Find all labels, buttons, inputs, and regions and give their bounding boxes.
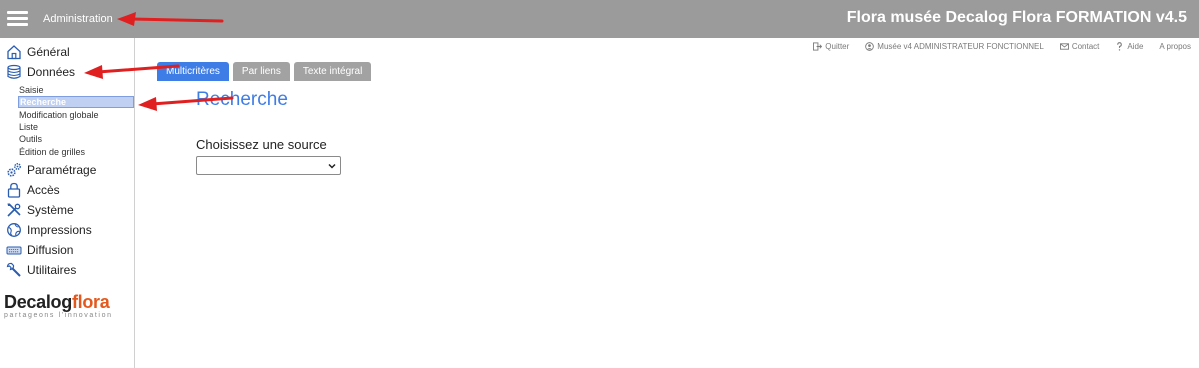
top-bar: Administration Flora musée Decalog Flora… — [0, 0, 1199, 38]
sidebar-item-label: Utilitaires — [27, 263, 77, 277]
sidebar-item-label: Général — [27, 45, 70, 59]
search-tabs: Multicritères Par liens Texte intégral — [157, 62, 372, 81]
sidebar-item-label: Diffusion — [27, 243, 74, 257]
logout-icon — [813, 42, 823, 51]
tab-texte-integral[interactable]: Texte intégral — [293, 62, 372, 81]
sidebar-item-acces[interactable]: Accès — [6, 181, 60, 199]
help-label: Aide — [1127, 42, 1144, 51]
logo-tagline: partageons l'innovation — [4, 312, 113, 319]
quit-label: Quitter — [825, 42, 850, 51]
page-title: Recherche — [196, 89, 288, 110]
sidebar-item-impressions[interactable]: Impressions — [6, 221, 92, 239]
contact-label: Contact — [1071, 42, 1100, 51]
hamburger-line — [7, 11, 28, 14]
sidebar-item-utilitaires[interactable]: Utilitaires — [6, 261, 76, 279]
subitem-liste[interactable]: Liste — [19, 122, 38, 133]
sidebar-item-donnees[interactable]: Données — [6, 63, 75, 81]
globe-icon — [7, 223, 21, 237]
sidebar-item-label: Paramétrage — [27, 163, 97, 177]
gears-icon — [7, 163, 21, 177]
decalog-flora-logo: Decalogflora partageons l'innovation — [4, 292, 132, 319]
sidebar-item-general[interactable]: Général — [6, 43, 70, 61]
mail-icon — [1059, 43, 1069, 50]
about-label: A propos — [1159, 42, 1191, 51]
home-icon — [7, 45, 21, 60]
logo-part-flora: flora — [71, 292, 110, 312]
help-icon — [1117, 42, 1123, 51]
tools-icon — [7, 203, 21, 217]
administration-label[interactable]: Administration — [43, 13, 113, 25]
logo-wordmark: Decalogflora — [4, 292, 132, 313]
subitem-saisie[interactable]: Saisie — [19, 85, 44, 96]
lock-icon — [7, 182, 21, 198]
database-icon — [7, 64, 21, 79]
source-label: Choisissez une source — [196, 137, 327, 152]
hamburger-line — [7, 17, 28, 20]
subitem-recherche[interactable]: Recherche — [18, 96, 134, 108]
user-icon — [865, 42, 875, 51]
sidebar-item-parametrage[interactable]: Paramétrage — [6, 161, 96, 179]
subitem-edition-de-grilles[interactable]: Édition de grilles — [19, 147, 85, 158]
user-link[interactable]: Musée v4 ADMINISTRATEUR FONCTIONNEL — [865, 42, 1044, 51]
sidebar-item-label: Système — [27, 203, 74, 217]
sidebar-item-systeme[interactable]: Système — [6, 201, 74, 219]
chevron-down-icon — [328, 163, 336, 169]
logo-part-decalog: Decalog — [4, 292, 72, 312]
annotation-arrows — [84, 12, 234, 111]
tab-par-liens[interactable]: Par liens — [232, 62, 290, 81]
subitem-outils[interactable]: Outils — [19, 134, 42, 145]
app-title: Flora musée Decalog Flora FORMATION v4.5 — [846, 9, 1187, 26]
sidebar-item-label: Impressions — [27, 223, 92, 237]
subitem-modification-globale[interactable]: Modification globale — [19, 110, 99, 121]
hamburger-menu-icon[interactable] — [7, 11, 28, 27]
sidebar-item-label: Accès — [27, 183, 60, 197]
keyboard-icon — [6, 246, 22, 255]
sidebar-item-diffusion[interactable]: Diffusion — [6, 241, 73, 259]
sidebar-item-label: Données — [27, 65, 76, 79]
help-link[interactable]: Aide — [1115, 42, 1143, 51]
hamburger-line — [7, 23, 28, 26]
utility-links: Quitter Musée v4 ADMINISTRATEUR FONCTION… — [813, 42, 1191, 51]
arrow-head-recherche — [138, 97, 157, 111]
sidebar: Général Données Saisie Recherche Modific… — [0, 38, 135, 368]
about-link[interactable]: A propos — [1159, 42, 1191, 51]
contact-link[interactable]: Contact — [1059, 42, 1100, 51]
quit-link[interactable]: Quitter — [813, 42, 849, 51]
user-label: Musée v4 ADMINISTRATEUR FONCTIONNEL — [877, 42, 1044, 51]
source-select[interactable] — [196, 156, 341, 175]
tab-multicriteres[interactable]: Multicritères — [157, 62, 229, 81]
wrench-icon — [6, 262, 21, 277]
